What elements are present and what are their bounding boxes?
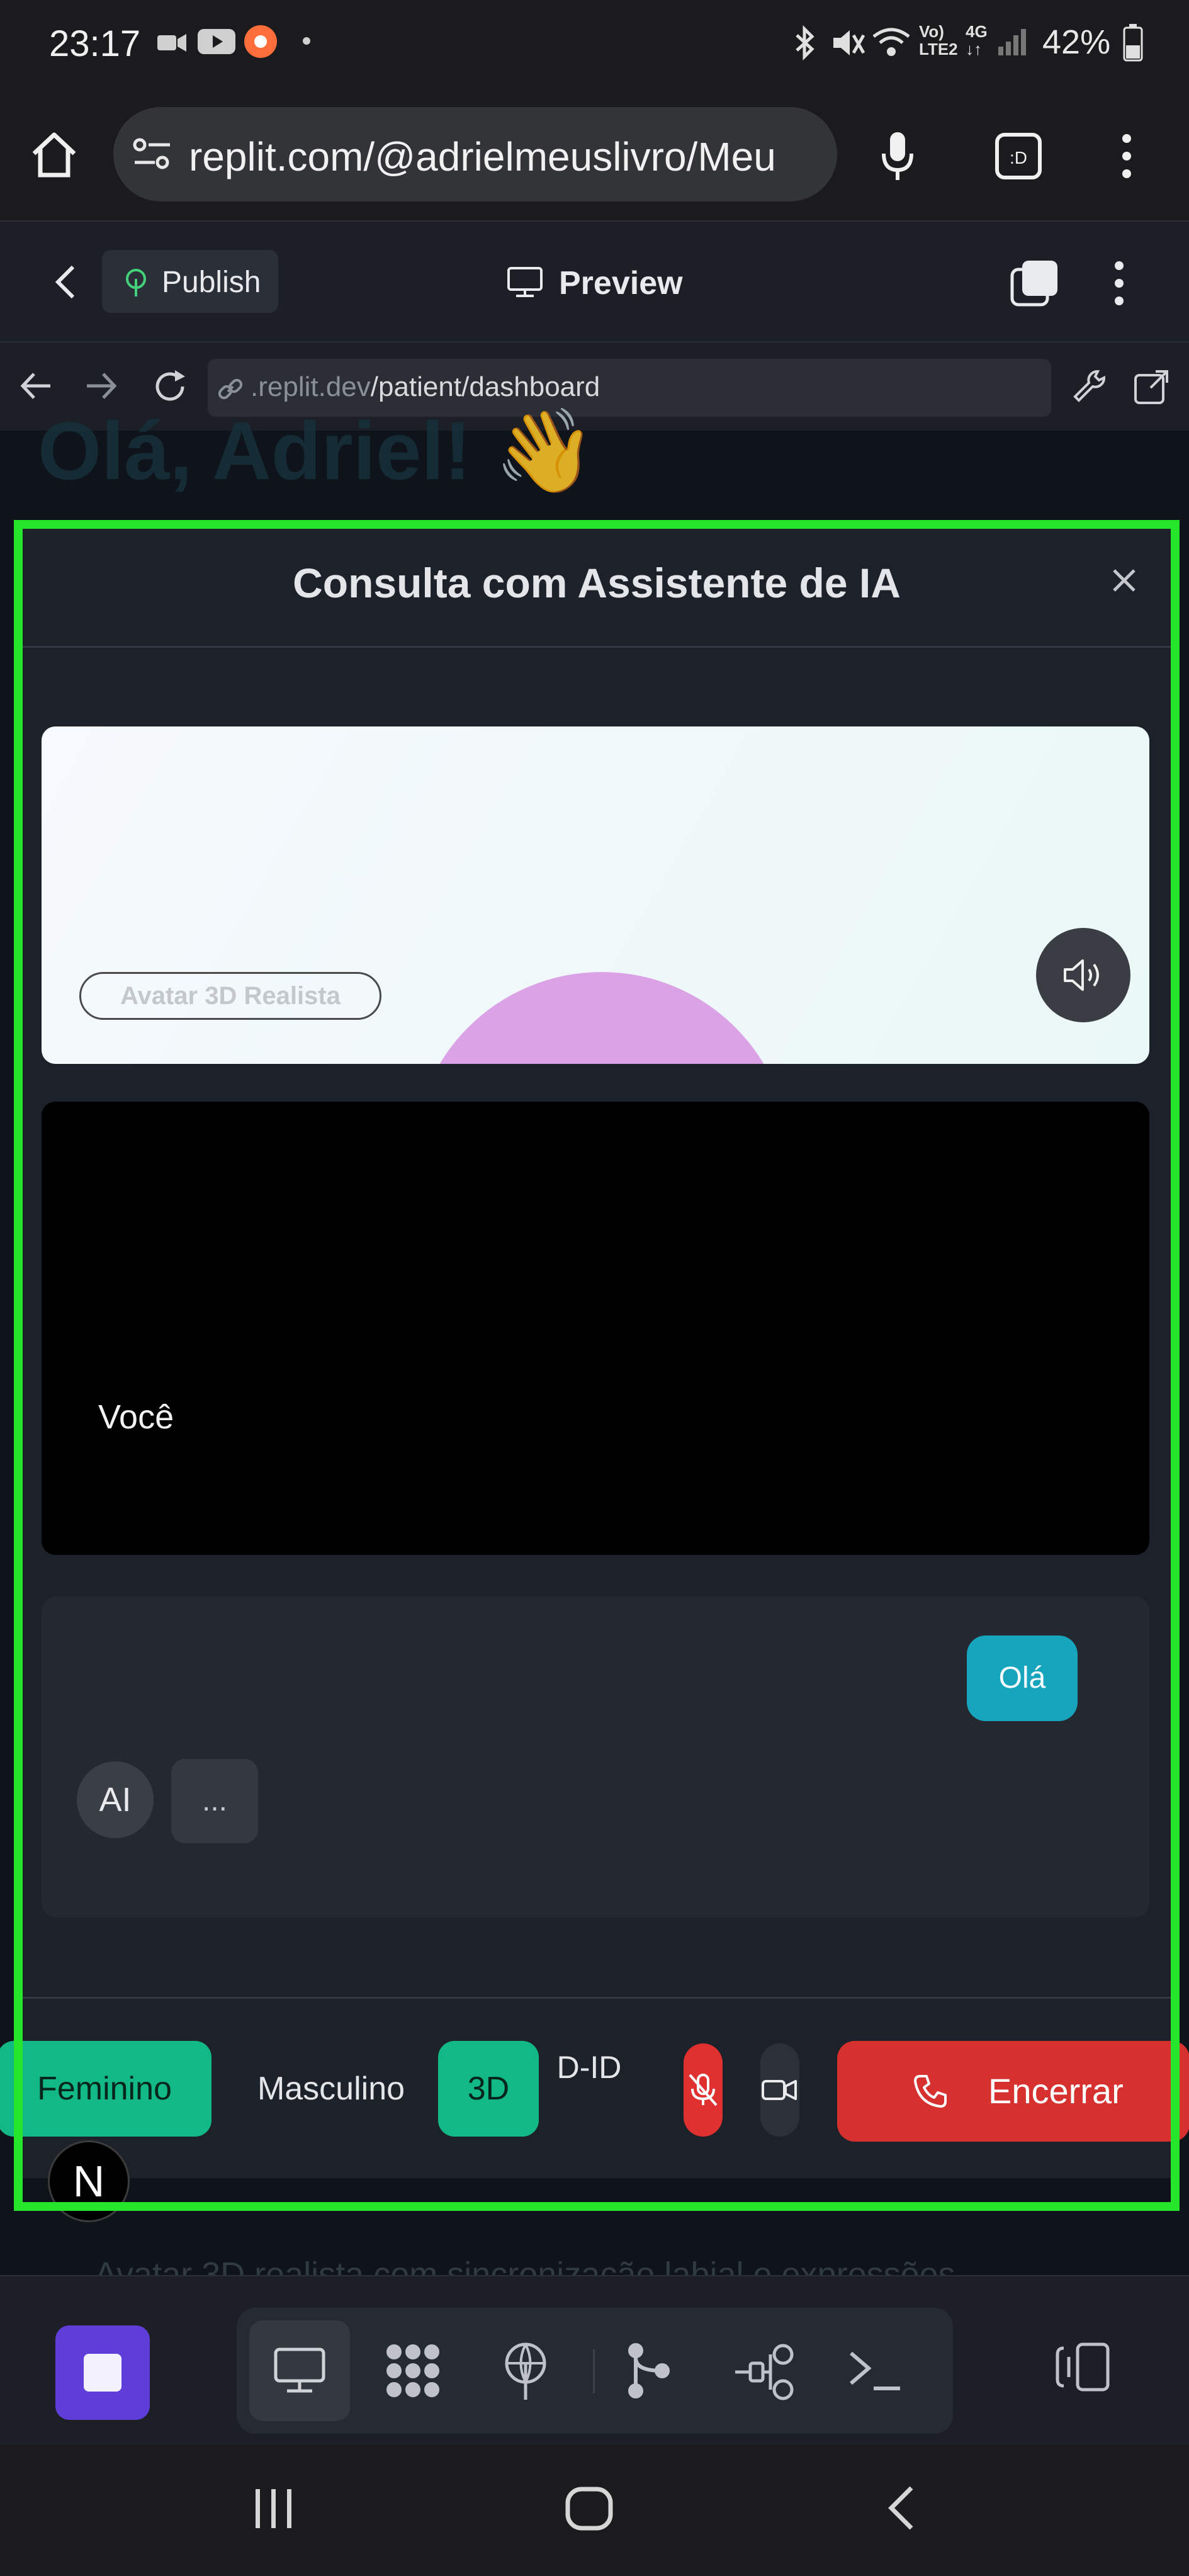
tab-workflows[interactable] <box>733 2342 796 2402</box>
recents-icon[interactable] <box>252 2487 296 2531</box>
publish-button[interactable]: Publish <box>102 250 278 313</box>
battery-percent: 42% <box>1042 23 1111 61</box>
replit-bottom-bar <box>0 2275 1189 2455</box>
preview-url-path: /patient/dashboard <box>370 371 600 402</box>
preview-url-host: .replit.dev <box>251 371 371 402</box>
url-text: replit.com/@adrielmeuslivro/Meu <box>189 134 776 179</box>
new-tab-icon[interactable] <box>1010 258 1060 308</box>
android-navigation-bar <box>0 2445 1189 2576</box>
clock: 23:17 <box>49 23 141 64</box>
workflow-icon <box>733 2342 796 2402</box>
replit-toolbar: Publish Preview <box>0 222 1189 342</box>
battery-icon <box>1123 24 1143 62</box>
tab-preview[interactable] <box>249 2320 350 2421</box>
mic-icon[interactable] <box>879 130 916 183</box>
stop-icon <box>84 2354 121 2392</box>
bluetooth-icon <box>793 25 818 60</box>
wifi-icon <box>871 25 911 58</box>
status-bar: 23:17 Vo) LTE2 4G ↓↑ 42% <box>0 0 1189 88</box>
url-bar[interactable]: replit.com/@adrielmeuslivro/Meu <box>113 107 837 201</box>
publish-icon <box>122 268 150 298</box>
network-4g-icon: 4G ↓↑ <box>966 22 988 59</box>
devtools-wrench-icon[interactable] <box>1070 368 1108 405</box>
tool-tabs <box>237 2308 953 2434</box>
back-chevron-icon[interactable] <box>53 263 78 301</box>
git-branch-icon <box>621 2341 677 2401</box>
terminal-icon <box>847 2347 904 2397</box>
menu-icon[interactable] <box>1120 132 1133 180</box>
monitor-icon <box>506 266 544 298</box>
svg-text::D: :D <box>1010 148 1027 167</box>
tab-shell[interactable] <box>847 2347 904 2397</box>
video-icon <box>156 30 188 55</box>
greeting-heading: Olá, Adriel! 👋 <box>38 405 596 497</box>
highlight-frame <box>14 520 1180 2211</box>
reload-icon[interactable] <box>151 368 189 405</box>
deploy-icon <box>497 2341 554 2401</box>
monitor-icon <box>273 2347 326 2395</box>
signal-icon <box>996 25 1028 58</box>
tab-agent[interactable] <box>381 2339 444 2402</box>
dot-icon <box>302 37 311 45</box>
agent-icon <box>381 2339 444 2402</box>
stop-button[interactable] <box>55 2325 150 2420</box>
tab-switcher-icon[interactable]: :D <box>995 132 1042 180</box>
back-arrow-icon[interactable] <box>19 371 52 400</box>
home-button-icon[interactable] <box>565 2487 613 2531</box>
site-settings-icon[interactable] <box>132 136 172 174</box>
home-icon[interactable] <box>29 130 79 180</box>
preview-label: Preview <box>559 265 683 302</box>
youtube-icon <box>198 28 235 55</box>
screen-recorder-icon <box>243 24 278 59</box>
publish-label: Publish <box>162 266 261 299</box>
panel-toggle-icon[interactable] <box>1055 2342 1112 2392</box>
preview-url-text: .replit.dev/patient/dashboard <box>251 371 600 403</box>
open-external-icon[interactable] <box>1133 368 1171 405</box>
more-options-icon[interactable] <box>1113 258 1125 308</box>
mute-icon <box>830 25 865 60</box>
volte-icon: Vo) LTE2 <box>919 22 958 59</box>
browser-toolbar: replit.com/@adrielmeuslivro/Meu :D <box>0 88 1189 222</box>
back-icon[interactable] <box>885 2484 916 2532</box>
tab-divider <box>593 2349 595 2393</box>
tab-git[interactable] <box>621 2341 677 2401</box>
tab-deployments[interactable] <box>497 2341 554 2401</box>
link-icon <box>217 375 244 403</box>
forward-arrow-icon[interactable] <box>86 371 118 400</box>
